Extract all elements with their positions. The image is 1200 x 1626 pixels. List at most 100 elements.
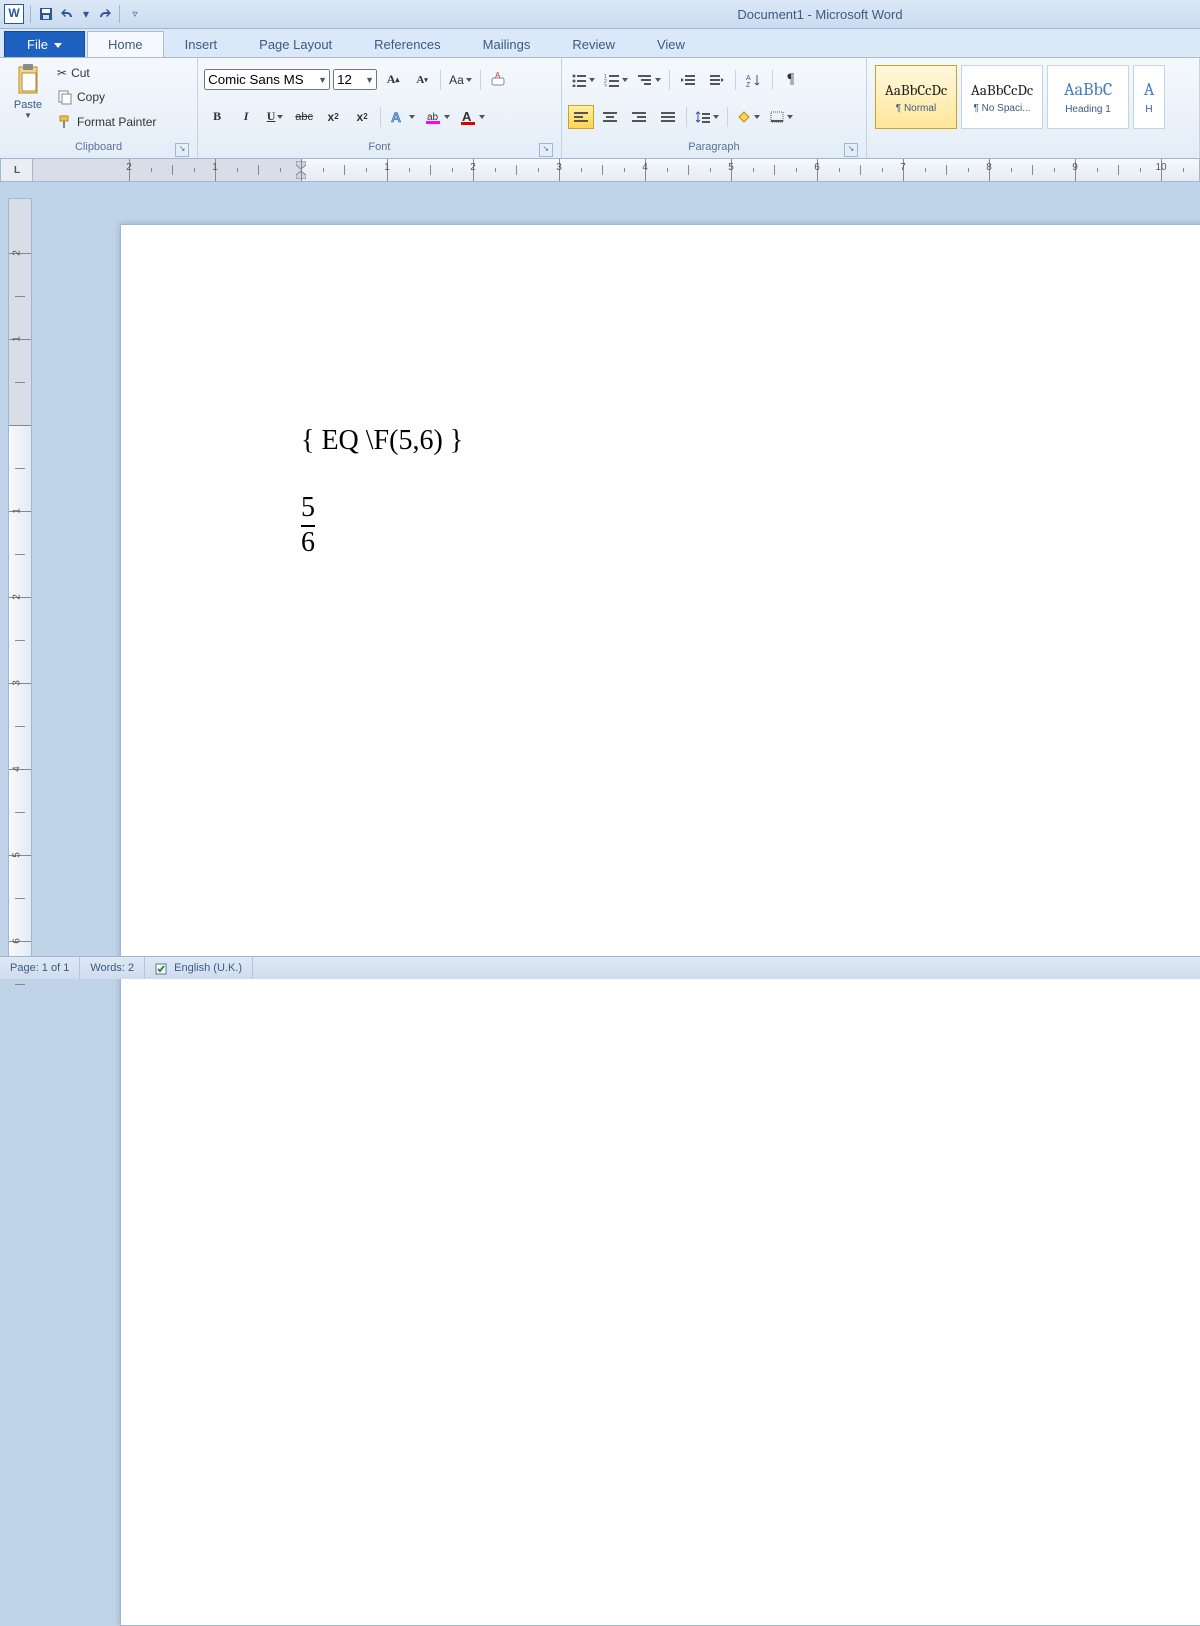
paste-button[interactable]: Paste ▼ <box>6 61 50 141</box>
workspace: L 2112345678910 21123456 { EQ \F(5,6) } … <box>0 158 1200 957</box>
tab-home[interactable]: Home <box>87 31 164 57</box>
proofing-icon <box>155 961 169 975</box>
paragraph-group-label: Paragraph <box>688 141 739 153</box>
style-no-spacing[interactable]: AaBbCcDc ¶ No Spaci... <box>961 65 1043 129</box>
align-right-button[interactable] <box>626 105 652 129</box>
fraction-display[interactable]: 5 6 <box>301 493 315 559</box>
file-tab[interactable]: File <box>4 31 85 57</box>
style-sample: AaBbCcDc <box>971 81 1033 99</box>
borders-icon <box>769 110 785 124</box>
svg-text:3: 3 <box>604 84 607 87</box>
scissors-icon: ✂ <box>57 66 67 80</box>
numbering-button[interactable]: 123 <box>601 68 631 92</box>
align-left-icon <box>574 111 588 123</box>
tab-view[interactable]: View <box>636 31 706 57</box>
qat-separator-2 <box>119 5 120 23</box>
style-sample: AaBbCcDc <box>885 81 947 99</box>
copy-button[interactable]: Copy <box>54 88 159 106</box>
increase-indent-button[interactable] <box>704 68 730 92</box>
word-app-icon: W <box>4 4 24 24</box>
shading-button[interactable] <box>733 105 763 129</box>
align-left-button[interactable] <box>568 105 594 129</box>
cut-button[interactable]: ✂ Cut <box>54 65 159 81</box>
paste-label: Paste <box>14 99 42 111</box>
paragraph-dialog-launcher[interactable]: ↘ <box>844 143 858 157</box>
multilevel-list-button[interactable] <box>634 68 664 92</box>
qat-separator <box>30 5 31 23</box>
style-heading-2-partial[interactable]: A H <box>1133 65 1165 129</box>
status-words[interactable]: Words: 2 <box>80 957 145 979</box>
italic-button[interactable]: I <box>233 105 259 129</box>
show-hide-button[interactable]: ¶ <box>778 68 804 92</box>
font-color-button[interactable]: A <box>456 105 488 129</box>
format-painter-button[interactable]: Format Painter <box>54 113 159 131</box>
svg-text:Z: Z <box>746 82 751 87</box>
decrease-indent-button[interactable] <box>675 68 701 92</box>
format-painter-label: Format Painter <box>77 115 156 129</box>
status-language[interactable]: English (U.K.) <box>145 957 253 979</box>
sort-button[interactable]: AZ <box>741 68 767 92</box>
font-size-input[interactable] <box>333 69 377 90</box>
undo-button[interactable] <box>59 5 77 23</box>
strikethrough-button[interactable]: abc <box>291 105 317 129</box>
save-icon <box>38 6 54 22</box>
style-name: H <box>1145 104 1152 115</box>
font-family-combo[interactable]: ▼ <box>204 69 330 90</box>
style-heading-1[interactable]: AaBbC Heading 1 <box>1047 65 1129 129</box>
qat-customize-button[interactable]: ▿ <box>126 5 144 23</box>
font-family-input[interactable] <box>204 69 330 90</box>
group-font: ▼ ▼ A▴ A▾ Aa A B I U abc x2 <box>198 58 562 158</box>
undo-icon <box>60 6 76 22</box>
save-button[interactable] <box>37 5 55 23</box>
vertical-ruler[interactable]: 21123456 <box>8 198 32 957</box>
justify-button[interactable] <box>655 105 681 129</box>
subscript-button[interactable]: x2 <box>320 105 346 129</box>
underline-button[interactable]: U <box>262 105 288 129</box>
document-content[interactable]: { EQ \F(5,6) } 5 6 <box>301 425 463 559</box>
undo-dropdown[interactable]: ▾ <box>81 5 91 23</box>
bold-button[interactable]: B <box>204 105 230 129</box>
clear-formatting-button[interactable]: A <box>486 68 512 92</box>
sort-icon: AZ <box>746 73 762 87</box>
outdent-icon <box>680 73 696 87</box>
line-spacing-icon <box>695 110 711 124</box>
style-normal[interactable]: AaBbCcDc ¶ Normal <box>875 65 957 129</box>
borders-button[interactable] <box>766 105 796 129</box>
shrink-font-button[interactable]: A▾ <box>409 68 435 92</box>
grow-font-button[interactable]: A▴ <box>380 68 406 92</box>
change-case-button[interactable]: Aa <box>446 68 475 92</box>
align-right-icon <box>632 111 646 123</box>
document-page[interactable]: { EQ \F(5,6) } 5 6 <box>120 224 1200 1626</box>
file-tab-label: File <box>27 37 48 52</box>
tab-mailings[interactable]: Mailings <box>462 31 552 57</box>
clipboard-dialog-launcher[interactable]: ↘ <box>175 143 189 157</box>
quick-access-toolbar: ▾ ▿ <box>28 5 144 23</box>
tab-references[interactable]: References <box>353 31 461 57</box>
line-spacing-button[interactable] <box>692 105 722 129</box>
group-clipboard: Paste ▼ ✂ Cut Copy Form <box>0 58 198 158</box>
horizontal-ruler[interactable]: 2112345678910 <box>32 158 1200 182</box>
tab-review[interactable]: Review <box>551 31 636 57</box>
tab-page-layout[interactable]: Page Layout <box>238 31 353 57</box>
group-paragraph: 123 AZ ¶ Paragraph ↘ <box>562 58 867 158</box>
field-code-line[interactable]: { EQ \F(5,6) } <box>301 425 463 457</box>
title-bar: W ▾ ▿ Document1 - Microsoft Word <box>0 0 1200 29</box>
superscript-button[interactable]: x2 <box>349 105 375 129</box>
font-size-combo[interactable]: ▼ <box>333 69 377 90</box>
tab-insert[interactable]: Insert <box>164 31 239 57</box>
font-dialog-launcher[interactable]: ↘ <box>539 143 553 157</box>
bullets-icon <box>571 73 587 87</box>
ruler-corner-tab-selector[interactable]: L <box>0 158 34 182</box>
redo-button[interactable] <box>95 5 113 23</box>
highlight-button[interactable]: ab <box>421 105 453 129</box>
ribbon: Paste ▼ ✂ Cut Copy Form <box>0 58 1200 159</box>
align-center-button[interactable] <box>597 105 623 129</box>
font-group-label: Font <box>368 141 390 153</box>
cut-label: Cut <box>71 66 90 80</box>
text-effects-button[interactable]: A <box>386 105 418 129</box>
status-page[interactable]: Page: 1 of 1 <box>0 957 80 979</box>
style-sample: AaBbC <box>1064 79 1112 100</box>
style-name: ¶ Normal <box>896 103 936 114</box>
styles-group-label <box>1031 141 1034 153</box>
bullets-button[interactable] <box>568 68 598 92</box>
